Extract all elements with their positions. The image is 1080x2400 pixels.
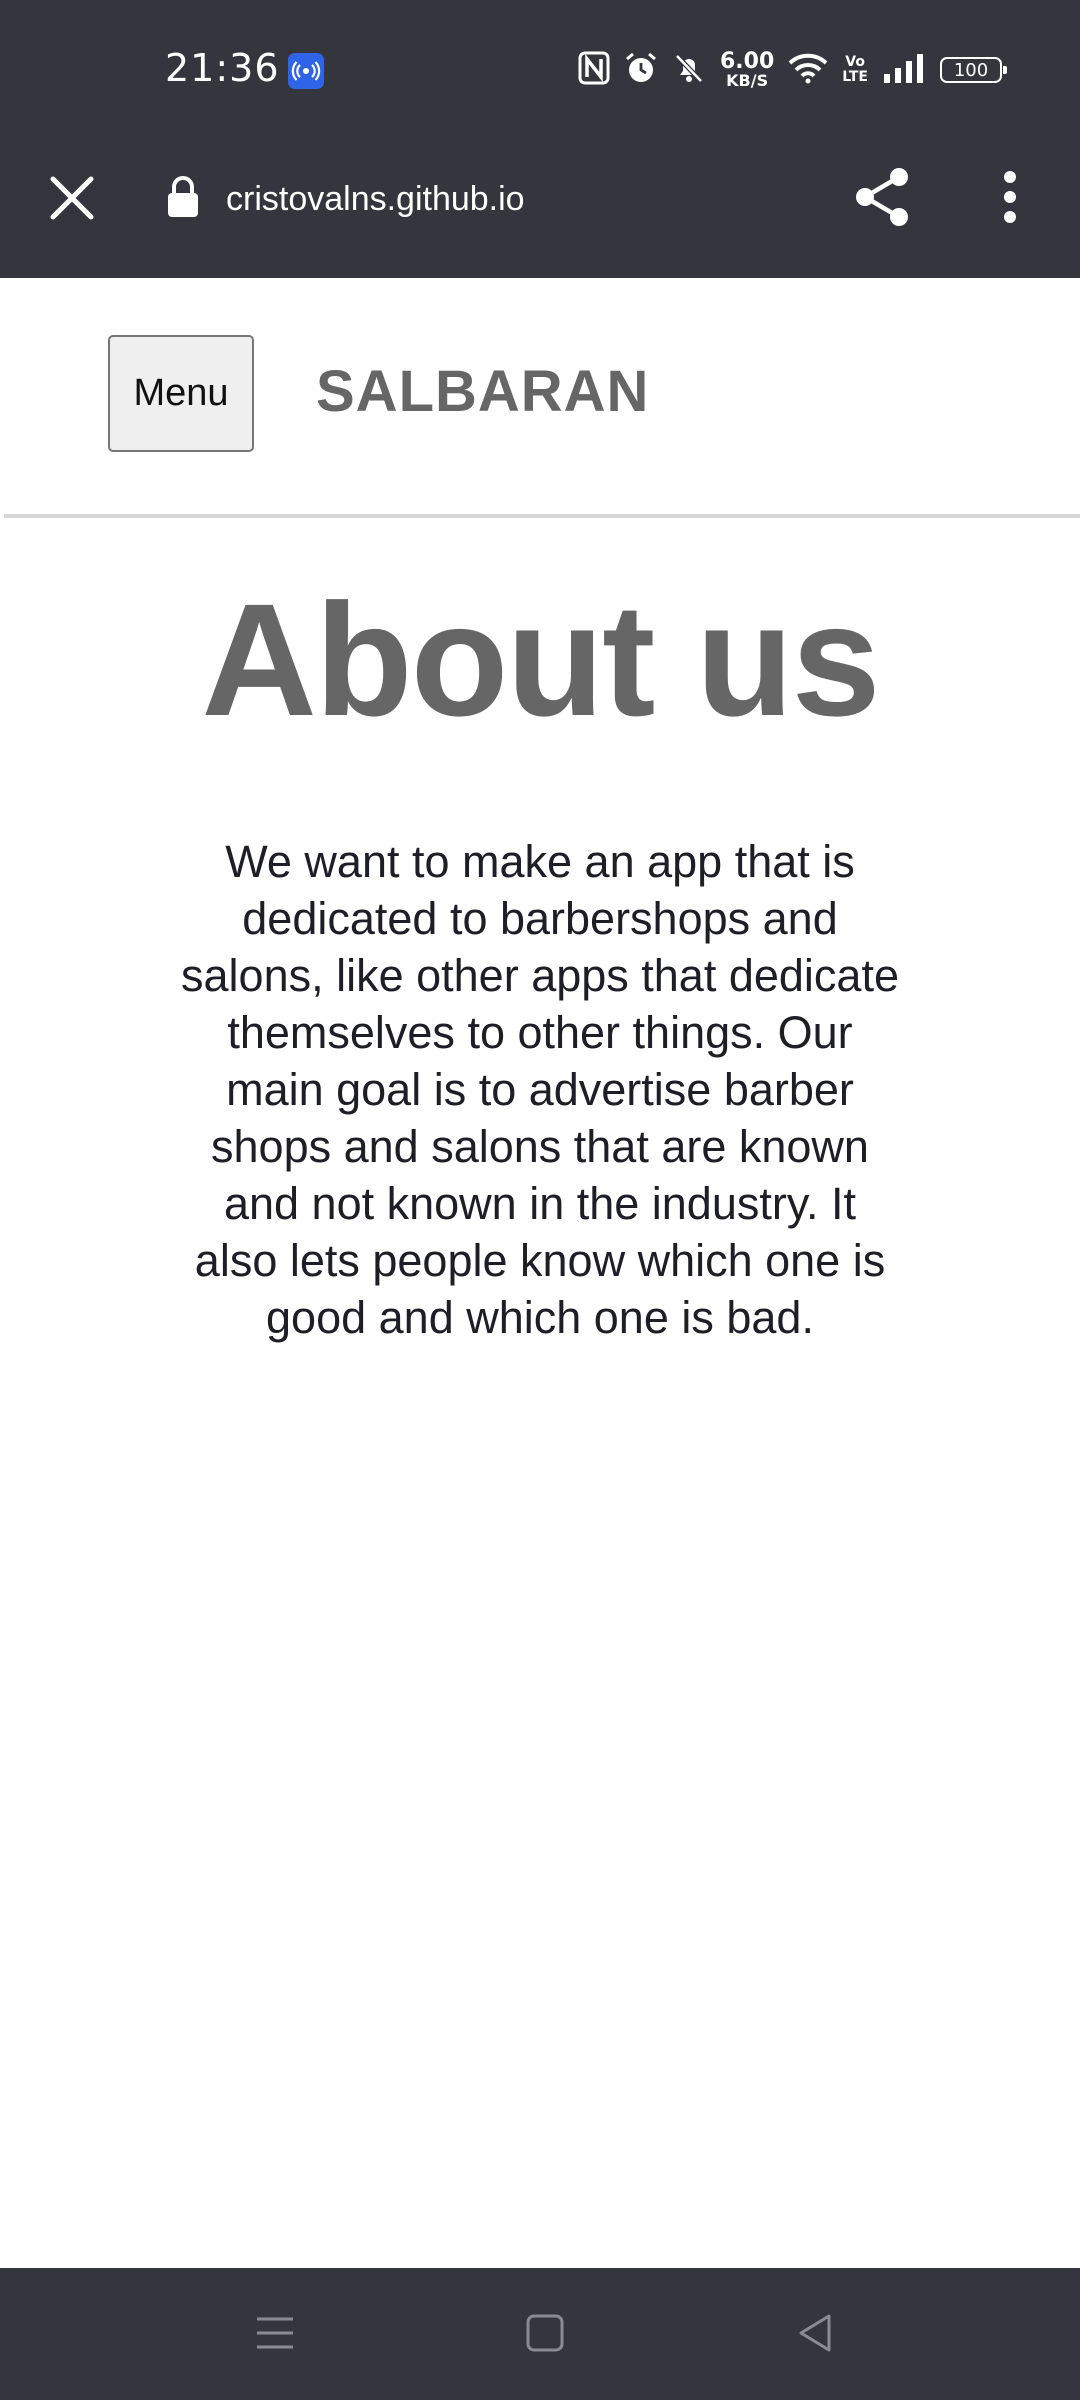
browser-toolbar: cristovalns.github.io — [0, 140, 1080, 278]
more-vertical-icon — [1004, 171, 1016, 223]
menu-button[interactable]: Menu — [108, 335, 254, 452]
close-icon — [50, 176, 94, 220]
back-icon — [799, 2314, 831, 2352]
volte-icon: Vo LTE — [842, 55, 868, 84]
alarm-icon — [624, 51, 658, 90]
status-bar: 21:36 6.00 KB/S Vo LTE 100 — [0, 0, 1080, 140]
about-paragraph: We want to make an app that is dedicated… — [181, 836, 899, 1343]
volte-bottom: LTE — [842, 69, 868, 85]
network-speed-unit: KB/S — [726, 71, 769, 90]
battery-level: 100 — [953, 59, 989, 81]
more-options-button[interactable] — [982, 162, 1038, 232]
home-icon — [526, 2314, 564, 2352]
site-header: Menu SALBARAN — [0, 278, 1080, 518]
url-bar[interactable]: cristovalns.github.io — [166, 164, 525, 234]
signal-icon — [882, 52, 926, 89]
network-speed-value: 6.00 — [720, 49, 775, 74]
volte-top: Vo — [845, 54, 865, 71]
share-button[interactable] — [852, 162, 914, 232]
battery-icon: 100 — [940, 57, 1007, 83]
mute-icon — [672, 51, 706, 90]
nfc-icon — [578, 51, 610, 90]
back-button[interactable] — [780, 2298, 850, 2368]
close-tab-button[interactable] — [44, 170, 100, 226]
lock-icon — [166, 175, 200, 224]
recent-apps-icon — [257, 2317, 293, 2349]
hotspot-icon — [288, 53, 324, 89]
status-time: 21:36 — [165, 46, 280, 90]
share-icon — [856, 168, 908, 226]
system-nav-bar — [0, 2268, 1080, 2400]
page-title: About us — [201, 570, 880, 749]
status-icons: 6.00 KB/S Vo LTE 100 — [578, 44, 1007, 96]
header-divider — [4, 514, 1080, 518]
url-text[interactable]: cristovalns.github.io — [226, 180, 525, 219]
network-speed: 6.00 KB/S — [720, 51, 774, 89]
recent-apps-button[interactable] — [240, 2298, 310, 2368]
site-brand[interactable]: SALBARAN — [316, 358, 649, 425]
wifi-icon — [788, 51, 828, 90]
home-button[interactable] — [510, 2298, 580, 2368]
